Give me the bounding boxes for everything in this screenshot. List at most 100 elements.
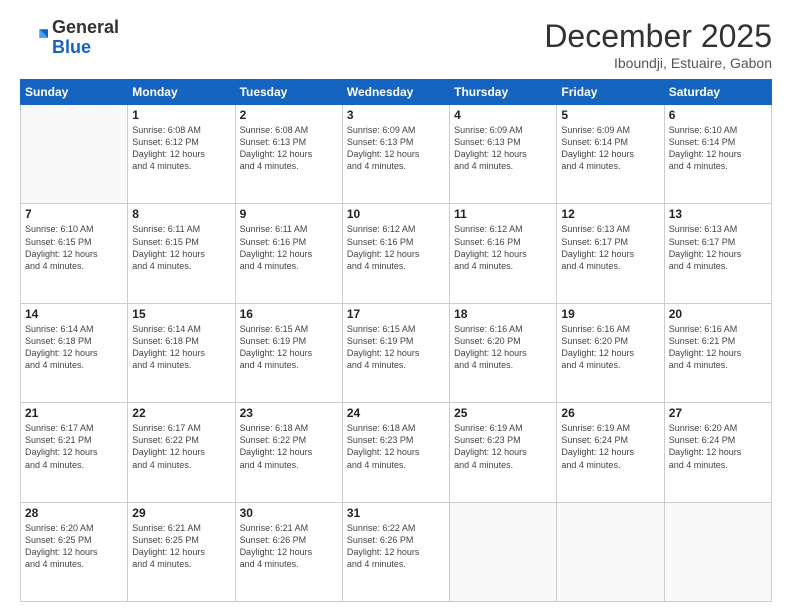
day-info: Sunrise: 6:18 AM Sunset: 6:23 PM Dayligh…	[347, 422, 445, 471]
day-number: 10	[347, 207, 445, 221]
calendar-cell: 8 Sunrise: 6:11 AM Sunset: 6:15 PM Daylig…	[128, 204, 235, 303]
day-number: 21	[25, 406, 123, 420]
week-row-3: 21 Sunrise: 6:17 AM Sunset: 6:21 PM Dayli…	[21, 403, 772, 502]
day-info: Sunrise: 6:16 AM Sunset: 6:20 PM Dayligh…	[561, 323, 659, 372]
weekday-monday: Monday	[128, 80, 235, 105]
day-info: Sunrise: 6:21 AM Sunset: 6:25 PM Dayligh…	[132, 522, 230, 571]
week-row-0: 1 Sunrise: 6:08 AM Sunset: 6:12 PM Daylig…	[21, 105, 772, 204]
day-number: 3	[347, 108, 445, 122]
day-number: 1	[132, 108, 230, 122]
day-number: 18	[454, 307, 552, 321]
calendar-cell: 18 Sunrise: 6:16 AM Sunset: 6:20 PM Dayli…	[450, 303, 557, 402]
day-info: Sunrise: 6:09 AM Sunset: 6:13 PM Dayligh…	[347, 124, 445, 173]
week-row-2: 14 Sunrise: 6:14 AM Sunset: 6:18 PM Dayli…	[21, 303, 772, 402]
day-info: Sunrise: 6:22 AM Sunset: 6:26 PM Dayligh…	[347, 522, 445, 571]
day-number: 12	[561, 207, 659, 221]
day-info: Sunrise: 6:19 AM Sunset: 6:23 PM Dayligh…	[454, 422, 552, 471]
weekday-tuesday: Tuesday	[235, 80, 342, 105]
page: General Blue December 2025 Iboundji, Est…	[0, 0, 792, 612]
calendar-body: 1 Sunrise: 6:08 AM Sunset: 6:12 PM Daylig…	[21, 105, 772, 602]
day-info: Sunrise: 6:11 AM Sunset: 6:15 PM Dayligh…	[132, 223, 230, 272]
weekday-friday: Friday	[557, 80, 664, 105]
calendar-cell: 2Sunrise: 6:08 AM Sunset: 6:13 PM Daylig…	[235, 105, 342, 204]
day-info: Sunrise: 6:12 AM Sunset: 6:16 PM Dayligh…	[347, 223, 445, 272]
calendar-cell: 24 Sunrise: 6:18 AM Sunset: 6:23 PM Dayli…	[342, 403, 449, 502]
day-info: Sunrise: 6:20 AM Sunset: 6:24 PM Dayligh…	[669, 422, 767, 471]
calendar-cell: 20Sunrise: 6:16 AM Sunset: 6:21 PM Dayli…	[664, 303, 771, 402]
day-number: 26	[561, 406, 659, 420]
day-info: Sunrise: 6:17 AM Sunset: 6:22 PM Dayligh…	[132, 422, 230, 471]
day-info: Sunrise: 6:09 AM Sunset: 6:13 PM Dayligh…	[454, 124, 552, 173]
logo-icon	[20, 24, 48, 52]
calendar-cell: 11 Sunrise: 6:12 AM Sunset: 6:16 PM Dayli…	[450, 204, 557, 303]
calendar-cell: 23Sunrise: 6:18 AM Sunset: 6:22 PM Dayli…	[235, 403, 342, 502]
day-info: Sunrise: 6:11 AM Sunset: 6:16 PM Dayligh…	[240, 223, 338, 272]
calendar-cell: 10 Sunrise: 6:12 AM Sunset: 6:16 PM Dayli…	[342, 204, 449, 303]
day-info: Sunrise: 6:13 AM Sunset: 6:17 PM Dayligh…	[561, 223, 659, 272]
calendar-cell: 12 Sunrise: 6:13 AM Sunset: 6:17 PM Dayli…	[557, 204, 664, 303]
day-number: 14	[25, 307, 123, 321]
day-number: 16	[240, 307, 338, 321]
weekday-header-row: SundayMondayTuesdayWednesdayThursdayFrid…	[21, 80, 772, 105]
day-number: 5	[561, 108, 659, 122]
location-title: Iboundji, Estuaire, Gabon	[544, 55, 772, 71]
calendar-cell: 19Sunrise: 6:16 AM Sunset: 6:20 PM Dayli…	[557, 303, 664, 402]
day-info: Sunrise: 6:14 AM Sunset: 6:18 PM Dayligh…	[25, 323, 123, 372]
day-info: Sunrise: 6:15 AM Sunset: 6:19 PM Dayligh…	[240, 323, 338, 372]
calendar-cell: 14 Sunrise: 6:14 AM Sunset: 6:18 PM Dayli…	[21, 303, 128, 402]
calendar-cell	[664, 502, 771, 601]
calendar-cell: 21 Sunrise: 6:17 AM Sunset: 6:21 PM Dayli…	[21, 403, 128, 502]
day-number: 24	[347, 406, 445, 420]
day-number: 11	[454, 207, 552, 221]
day-number: 15	[132, 307, 230, 321]
calendar-cell: 1 Sunrise: 6:08 AM Sunset: 6:12 PM Daylig…	[128, 105, 235, 204]
weekday-wednesday: Wednesday	[342, 80, 449, 105]
calendar-cell: 16 Sunrise: 6:15 AM Sunset: 6:19 PM Dayli…	[235, 303, 342, 402]
day-number: 4	[454, 108, 552, 122]
calendar-cell	[21, 105, 128, 204]
day-info: Sunrise: 6:20 AM Sunset: 6:25 PM Dayligh…	[25, 522, 123, 571]
calendar-cell: 25Sunrise: 6:19 AM Sunset: 6:23 PM Dayli…	[450, 403, 557, 502]
calendar-cell: 26Sunrise: 6:19 AM Sunset: 6:24 PM Dayli…	[557, 403, 664, 502]
calendar-cell	[557, 502, 664, 601]
day-number: 28	[25, 506, 123, 520]
day-number: 13	[669, 207, 767, 221]
day-info: Sunrise: 6:13 AM Sunset: 6:17 PM Dayligh…	[669, 223, 767, 272]
logo-blue: Blue	[52, 37, 91, 57]
day-info: Sunrise: 6:16 AM Sunset: 6:21 PM Dayligh…	[669, 323, 767, 372]
weekday-sunday: Sunday	[21, 80, 128, 105]
calendar-cell: 15 Sunrise: 6:14 AM Sunset: 6:18 PM Dayli…	[128, 303, 235, 402]
day-info: Sunrise: 6:12 AM Sunset: 6:16 PM Dayligh…	[454, 223, 552, 272]
day-info: Sunrise: 6:16 AM Sunset: 6:20 PM Dayligh…	[454, 323, 552, 372]
week-row-1: 7Sunrise: 6:10 AM Sunset: 6:15 PM Daylig…	[21, 204, 772, 303]
calendar-cell: 17 Sunrise: 6:15 AM Sunset: 6:19 PM Dayli…	[342, 303, 449, 402]
calendar-cell: 22Sunrise: 6:17 AM Sunset: 6:22 PM Dayli…	[128, 403, 235, 502]
day-number: 8	[132, 207, 230, 221]
calendar-cell: 4 Sunrise: 6:09 AM Sunset: 6:13 PM Daylig…	[450, 105, 557, 204]
calendar-cell: 7Sunrise: 6:10 AM Sunset: 6:15 PM Daylig…	[21, 204, 128, 303]
day-number: 9	[240, 207, 338, 221]
calendar-cell: 6Sunrise: 6:10 AM Sunset: 6:14 PM Daylig…	[664, 105, 771, 204]
day-info: Sunrise: 6:15 AM Sunset: 6:19 PM Dayligh…	[347, 323, 445, 372]
logo-area: General Blue	[20, 18, 119, 58]
calendar-cell: 13 Sunrise: 6:13 AM Sunset: 6:17 PM Dayli…	[664, 204, 771, 303]
calendar-table: SundayMondayTuesdayWednesdayThursdayFrid…	[20, 79, 772, 602]
month-title: December 2025	[544, 18, 772, 55]
calendar-cell: 9 Sunrise: 6:11 AM Sunset: 6:16 PM Daylig…	[235, 204, 342, 303]
day-info: Sunrise: 6:10 AM Sunset: 6:15 PM Dayligh…	[25, 223, 123, 272]
day-number: 27	[669, 406, 767, 420]
day-number: 17	[347, 307, 445, 321]
calendar-cell: 30Sunrise: 6:21 AM Sunset: 6:26 PM Dayli…	[235, 502, 342, 601]
day-number: 29	[132, 506, 230, 520]
day-info: Sunrise: 6:17 AM Sunset: 6:21 PM Dayligh…	[25, 422, 123, 471]
week-row-4: 28 Sunrise: 6:20 AM Sunset: 6:25 PM Dayli…	[21, 502, 772, 601]
day-number: 23	[240, 406, 338, 420]
day-info: Sunrise: 6:08 AM Sunset: 6:12 PM Dayligh…	[132, 124, 230, 173]
day-info: Sunrise: 6:08 AM Sunset: 6:13 PM Dayligh…	[240, 124, 338, 173]
weekday-saturday: Saturday	[664, 80, 771, 105]
day-info: Sunrise: 6:09 AM Sunset: 6:14 PM Dayligh…	[561, 124, 659, 173]
calendar-cell: 31Sunrise: 6:22 AM Sunset: 6:26 PM Dayli…	[342, 502, 449, 601]
header: General Blue December 2025 Iboundji, Est…	[20, 18, 772, 71]
day-info: Sunrise: 6:14 AM Sunset: 6:18 PM Dayligh…	[132, 323, 230, 372]
day-number: 6	[669, 108, 767, 122]
